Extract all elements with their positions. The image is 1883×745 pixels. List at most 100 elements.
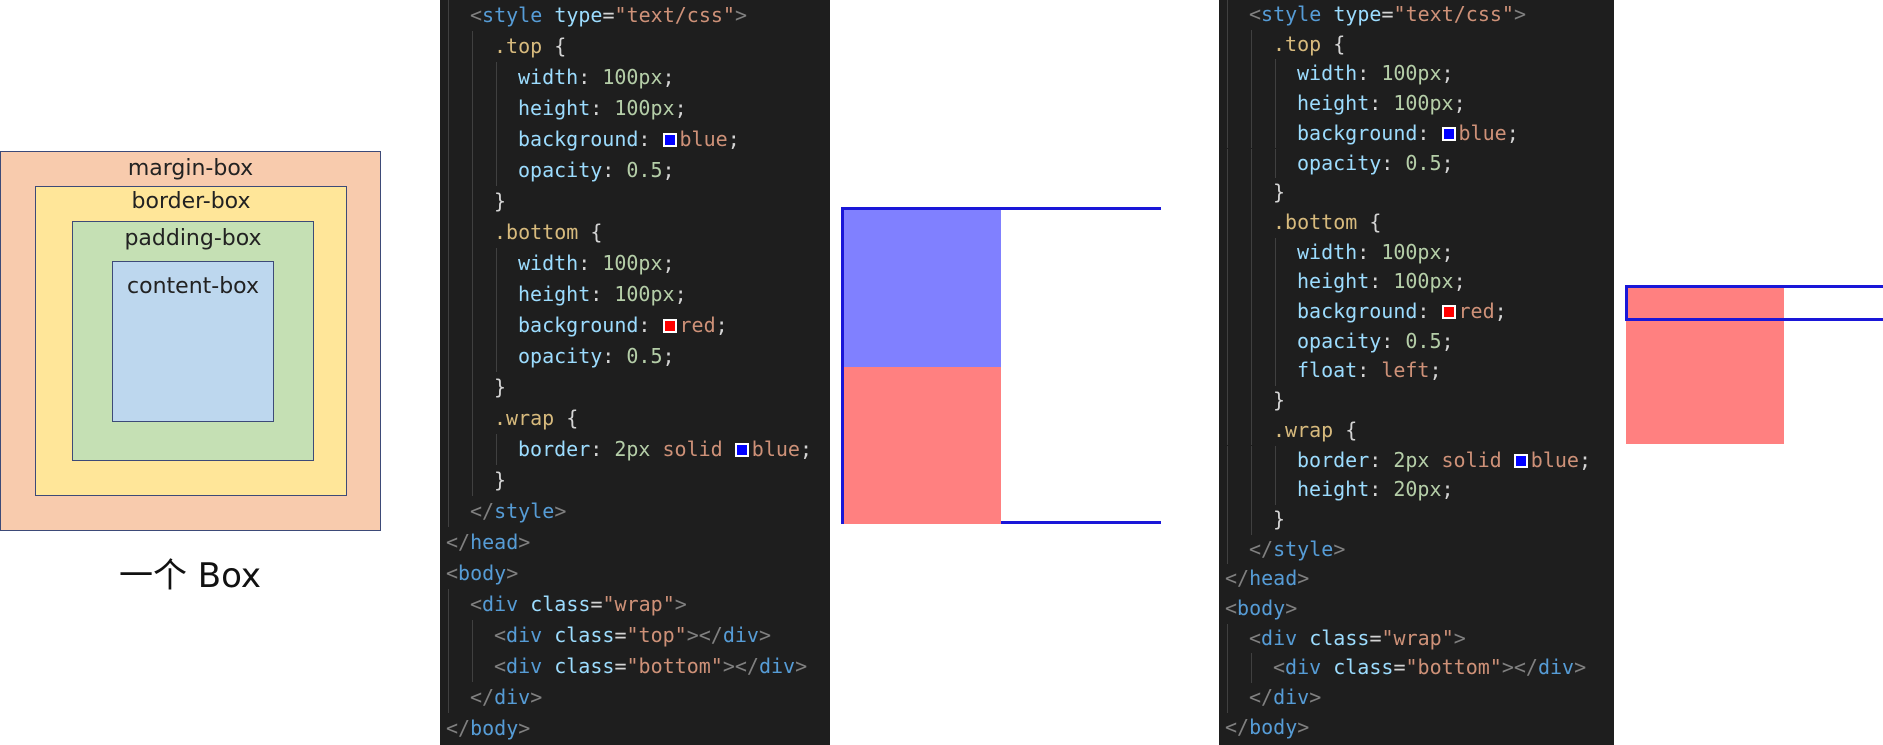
indent-guide — [1251, 267, 1252, 297]
code-token: : — [1381, 328, 1406, 353]
code-token: class — [554, 623, 615, 647]
code-line: } — [1273, 178, 1285, 208]
code-token: < — [1225, 596, 1238, 620]
code-line: height: 100px; — [1297, 89, 1466, 119]
code-token: > — [795, 654, 808, 678]
indent-guide — [1251, 386, 1252, 416]
code-token: : — [1369, 91, 1394, 116]
code-token: blue — [1458, 120, 1507, 145]
code-token: </ — [1225, 714, 1250, 739]
code-line: } — [1273, 505, 1285, 535]
code-line: </head> — [446, 527, 530, 558]
code-token: .wrap — [494, 406, 555, 430]
code-token: > — [1285, 596, 1298, 620]
indent-guide — [1227, 623, 1228, 654]
code-token: ; — [1578, 447, 1591, 472]
indent-guide — [472, 310, 473, 341]
code-token: div — [1261, 625, 1298, 650]
code-token: 0.5 — [1405, 150, 1442, 175]
indent-guide — [496, 341, 497, 372]
indent-guide — [472, 124, 473, 155]
code-token: ; — [674, 282, 687, 306]
indent-guide — [1275, 59, 1276, 90]
code-token: div — [1537, 655, 1575, 680]
indent-guide — [472, 93, 473, 124]
code-token: } — [1273, 388, 1286, 413]
indent-guide — [472, 186, 473, 217]
code-token: : — [602, 158, 627, 182]
code-token: "text/css" — [1393, 2, 1514, 26]
code-token: ; — [662, 65, 675, 89]
code-panel-normal-flow: <style type="text/css"> .top {width: 100p… — [440, 0, 830, 745]
code-token: 100px — [602, 65, 663, 89]
code-token: > — [1309, 685, 1322, 710]
code-token: > — [518, 530, 531, 554]
top-box-preview — [844, 210, 1001, 367]
code-token: red — [1458, 299, 1495, 323]
code-token: } — [1273, 506, 1286, 531]
color-swatch-icon — [1441, 126, 1456, 141]
code-line: } — [494, 372, 506, 403]
code-token: < — [494, 654, 507, 678]
code-token: = — [614, 654, 627, 678]
code-token: body — [470, 716, 519, 740]
code-line: } — [494, 186, 506, 217]
code-token: < — [494, 623, 507, 647]
code-token: ; — [662, 158, 675, 182]
code-token: </ — [446, 530, 471, 554]
code-token: div — [1273, 685, 1310, 710]
code-token: ; — [799, 437, 812, 461]
code-token: : — [1417, 120, 1442, 145]
code-line: background: blue; — [518, 124, 740, 155]
code-token: { — [578, 220, 603, 244]
code-token: ; — [1441, 61, 1454, 86]
code-token: width — [1297, 239, 1358, 264]
indent-guide — [448, 496, 449, 527]
code-token: 100px — [1381, 239, 1442, 264]
indent-guide — [1275, 475, 1276, 505]
code-token: div — [482, 592, 519, 616]
indent-guide — [472, 372, 473, 403]
code-token: </ — [1249, 536, 1274, 561]
code-token: height — [1297, 91, 1370, 116]
code-token: { — [1321, 31, 1346, 56]
code-token: > — [506, 561, 519, 585]
code-token: > — [1453, 625, 1466, 650]
code-line: </body> — [1225, 713, 1309, 743]
indent-guide — [472, 465, 473, 496]
indent-guide — [1251, 297, 1252, 327]
code-token: : — [1369, 447, 1394, 472]
indent-guide — [1275, 356, 1276, 387]
code-line: <div class="bottom"></div> — [494, 651, 807, 682]
indent-guide — [1251, 475, 1252, 505]
indent-guide — [472, 155, 473, 186]
code-line: background: red; — [1297, 297, 1507, 327]
code-token: border — [1297, 447, 1370, 472]
indent-guide — [472, 403, 473, 434]
code-token: height — [1297, 269, 1370, 294]
indent-guide — [448, 620, 449, 651]
wrap-preview-normal — [841, 207, 1161, 524]
code-token: 2px — [1393, 447, 1430, 472]
code-token: : — [1417, 299, 1442, 323]
indent-guide — [448, 248, 449, 279]
code-line: <body> — [1225, 594, 1297, 624]
code-token: div — [722, 623, 759, 647]
code-token: ; — [1506, 120, 1519, 145]
indent-guide — [1227, 89, 1228, 119]
code-token: 100px — [614, 282, 675, 306]
code-line: height: 20px; — [1297, 475, 1454, 505]
indent-guide — [1275, 148, 1276, 179]
indent-guide — [1275, 89, 1276, 119]
code-token: blue — [751, 437, 800, 461]
code-line: <div class="top"></div> — [494, 620, 771, 651]
indent-guide — [1227, 445, 1228, 476]
code-token: 0.5 — [626, 344, 663, 368]
indent-guide — [1227, 504, 1228, 535]
indent-guide — [1275, 118, 1276, 149]
